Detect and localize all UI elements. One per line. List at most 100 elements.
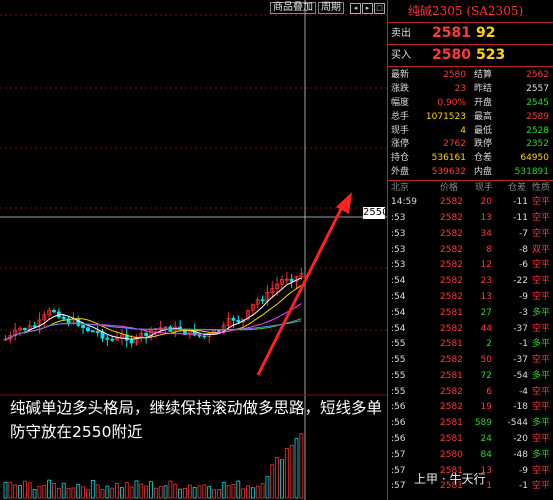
period-button[interactable]: 周期 bbox=[318, 2, 344, 14]
stat-value: 2352 bbox=[526, 139, 549, 150]
tick-row: :55 2581 2 -1 多平 bbox=[391, 339, 551, 350]
tick-row: :54 2582 13 -9 空平 bbox=[391, 291, 551, 302]
stat-value: 539632 bbox=[431, 167, 466, 178]
volume-bar bbox=[255, 485, 260, 499]
volume-bar bbox=[56, 488, 61, 499]
stat-row: 现手 4 最低 2528 bbox=[388, 125, 553, 139]
volume-bar bbox=[294, 438, 299, 499]
candle-body bbox=[90, 330, 95, 333]
volume-bar bbox=[32, 489, 37, 499]
stat-value: 536161 bbox=[431, 153, 466, 164]
tick-row: :55 2582 50 -37 空平 bbox=[391, 355, 551, 366]
volume-bar bbox=[52, 483, 56, 499]
stat-value: 64950 bbox=[520, 153, 549, 164]
volume-bar bbox=[163, 485, 168, 499]
candle-body bbox=[105, 337, 110, 340]
volume-bar bbox=[42, 484, 47, 499]
volume-bar bbox=[270, 464, 275, 499]
stat-value: 2580 bbox=[443, 70, 466, 80]
volume-bar bbox=[13, 484, 18, 499]
volume-bar bbox=[27, 482, 32, 499]
stats-table: 最新 2580 结算 2562 涨跌 23 昨结 2557 幅度 0.90% 开盘 2545 总手 107… bbox=[388, 69, 553, 180]
volume-bar bbox=[246, 485, 250, 499]
sell-row[interactable]: 卖出 2581 92 bbox=[388, 23, 553, 44]
volume-bar bbox=[192, 487, 197, 499]
volume-bar bbox=[124, 482, 129, 499]
stat-value: 2589 bbox=[526, 111, 549, 122]
volume-bar bbox=[260, 483, 265, 499]
volume-bar bbox=[115, 483, 119, 499]
volume-bar bbox=[129, 486, 134, 499]
volume-bar bbox=[18, 485, 22, 499]
tick-row: :56 2581 24 -20 空平 bbox=[391, 434, 551, 445]
prev-icon[interactable]: ◂ bbox=[350, 3, 361, 14]
volume-bar bbox=[71, 487, 76, 499]
volume-bar bbox=[178, 488, 183, 499]
volume-bar bbox=[284, 448, 289, 499]
volume-bar bbox=[100, 489, 105, 499]
candle-body bbox=[202, 335, 207, 338]
stat-label: 结算 bbox=[474, 70, 493, 80]
tick-row: :53 2582 13 -11 空平 bbox=[391, 212, 551, 223]
stat-value: 1071523 bbox=[425, 111, 466, 122]
volume-bar bbox=[3, 482, 8, 499]
tick-row: :56 2582 19 -18 空平 bbox=[391, 402, 551, 413]
volume-bar bbox=[95, 484, 100, 499]
candle-body bbox=[52, 310, 56, 313]
volume-bar bbox=[153, 487, 158, 499]
stat-label: 跌停 bbox=[474, 139, 493, 150]
volume-bar bbox=[207, 486, 212, 499]
tick-row: :55 2581 72 -54 多平 bbox=[391, 370, 551, 381]
contract-title: 纯碱2305 (SA2305) bbox=[388, 0, 553, 23]
maximize-icon[interactable]: □ bbox=[374, 3, 385, 14]
candle-body bbox=[129, 339, 134, 344]
volume-bar bbox=[231, 484, 236, 499]
stat-row: 最新 2580 结算 2562 bbox=[388, 69, 553, 83]
next-icon[interactable]: ▸ bbox=[362, 3, 373, 14]
ma10-line bbox=[5, 285, 302, 340]
volume-bar bbox=[105, 485, 110, 499]
buy-row[interactable]: 买入 2580 523 bbox=[388, 45, 553, 66]
volume-bar bbox=[275, 457, 280, 499]
stat-value: 23 bbox=[454, 83, 466, 94]
candle-body bbox=[144, 332, 149, 337]
candle-body bbox=[110, 338, 115, 341]
volume-bar bbox=[139, 483, 144, 499]
volume-bar bbox=[120, 487, 124, 499]
stat-row: 涨停 2762 跌停 2352 bbox=[388, 138, 553, 152]
ticks-list: 14:59 2582 20 -11 空平:53 2582 13 -11 空平:53 2582 34-… bbox=[388, 195, 553, 495]
stat-value: 531891 bbox=[514, 167, 549, 178]
volume-bar bbox=[221, 482, 226, 499]
stat-value: 2557 bbox=[526, 83, 549, 94]
candle-body bbox=[81, 324, 85, 329]
stat-value: 2528 bbox=[526, 125, 549, 136]
stat-label: 内盘 bbox=[474, 167, 493, 178]
volume-bar bbox=[90, 480, 95, 499]
volume-bar bbox=[149, 481, 153, 499]
volume-bar bbox=[202, 484, 207, 499]
stat-label: 最新 bbox=[391, 70, 410, 80]
volume-bar bbox=[86, 489, 90, 499]
price-level-tag: 2550 bbox=[363, 207, 389, 219]
tick-row: :57 2580 84 -48 多平 bbox=[391, 449, 551, 460]
stat-value: 2762 bbox=[443, 139, 466, 150]
stat-label: 现手 bbox=[391, 125, 410, 136]
caption-overlay: 纯碱单边多头格局，继续保持滚动做多思路，短线多单防守放在2550附近 bbox=[10, 399, 383, 441]
volume-bar bbox=[110, 487, 115, 499]
stat-label: 涨停 bbox=[391, 139, 410, 150]
tick-row: :53 2582 34 -7 空平 bbox=[391, 228, 551, 239]
tick-row: :54 2582 23 -22 空平 bbox=[391, 276, 551, 287]
candle-body bbox=[197, 334, 202, 337]
stat-row: 幅度 0.90% 开盘 2545 bbox=[388, 97, 553, 111]
overlay-button[interactable]: 商品叠加 bbox=[270, 2, 316, 14]
stat-value: 4 bbox=[460, 125, 466, 136]
volume-bar bbox=[173, 483, 178, 499]
stat-label: 外盘 bbox=[391, 167, 410, 178]
volume-bar bbox=[22, 480, 27, 499]
candle-body bbox=[95, 331, 100, 333]
volume-bar bbox=[158, 486, 163, 499]
volume-bar bbox=[236, 480, 241, 499]
stat-label: 仓差 bbox=[474, 153, 493, 164]
volume-bar bbox=[81, 486, 85, 499]
stat-label: 幅度 bbox=[391, 97, 410, 108]
